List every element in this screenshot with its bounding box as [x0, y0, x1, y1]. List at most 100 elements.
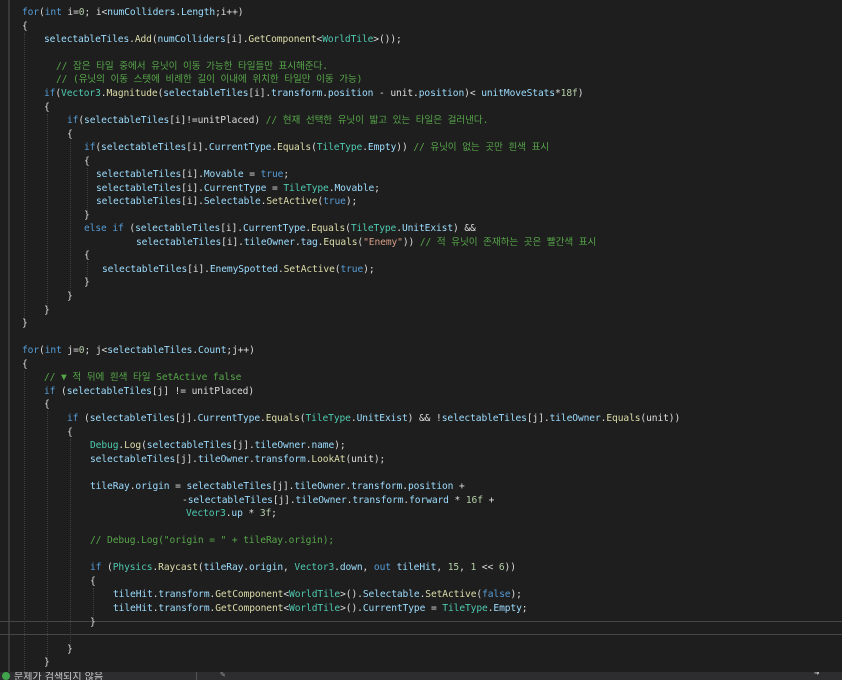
- code-token: TileType: [316, 142, 363, 153]
- code-line[interactable]: }: [84, 209, 90, 223]
- code-line[interactable]: {: [22, 20, 28, 34]
- code-line[interactable]: // Debug.Log("origin = " + tileRay.origi…: [90, 534, 334, 548]
- code-token: if: [67, 413, 79, 424]
- code-line[interactable]: {: [44, 398, 50, 412]
- code-line[interactable]: }: [84, 276, 90, 290]
- code-token: if: [44, 88, 56, 99]
- code-token: Raycast: [158, 562, 198, 573]
- code-token: // 현재 선택한 유닛이 밟고 있는 타일은 걸러낸다.: [265, 115, 489, 126]
- arrow-icon[interactable]: ➜: [814, 672, 819, 679]
- code-token: selectableTiles: [186, 481, 272, 492]
- code-token: {: [90, 576, 96, 587]
- code-token: else if: [84, 223, 124, 234]
- code-token: )<: [464, 88, 482, 99]
- code-token: =: [425, 603, 443, 614]
- code-token: 3f: [259, 508, 272, 519]
- code-line[interactable]: -selectableTiles[j].tileOwner.transform.…: [182, 494, 494, 508]
- code-line[interactable]: }: [22, 317, 28, 331]
- code-token: out: [373, 562, 391, 573]
- code-line[interactable]: if(selectableTiles[i].CurrentType.Equals…: [84, 141, 549, 155]
- code-token: ): [577, 88, 584, 99]
- code-token: [i].: [221, 237, 244, 248]
- code-token: CurrentType: [208, 142, 272, 153]
- code-token: ;: [283, 169, 290, 180]
- code-line[interactable]: selectableTiles.Add(numColliders[i].GetC…: [44, 33, 402, 47]
- code-token: 15: [447, 562, 460, 573]
- code-token: {: [44, 102, 50, 113]
- code-token: [i].: [181, 169, 204, 180]
- code-token: GetComponent: [248, 34, 317, 45]
- code-line[interactable]: }: [90, 616, 96, 630]
- indent-guide: [47, 114, 48, 310]
- code-line[interactable]: {: [67, 426, 73, 440]
- code-token: origin: [135, 481, 170, 492]
- code-line[interactable]: {: [44, 101, 50, 115]
- code-line[interactable]: // 잡은 타일 중에서 유닛이 이동 가능한 타일들만 표시해준다.: [56, 60, 328, 74]
- code-token: =: [243, 169, 261, 180]
- code-token: }: [67, 644, 73, 655]
- code-line[interactable]: selectableTiles[i].CurrentType = TileTyp…: [96, 182, 380, 196]
- code-line[interactable]: selectableTiles[i].EnemySpotted.SetActiv…: [102, 263, 375, 277]
- code-token: [i].: [225, 34, 249, 45]
- code-line[interactable]: if (selectableTiles[j] != unitPlaced): [44, 385, 254, 399]
- code-token: }: [84, 277, 90, 288]
- code-token: Magnitude: [106, 88, 158, 99]
- brush-icon[interactable]: ✎: [220, 672, 225, 680]
- code-token: Physics: [112, 562, 153, 573]
- code-line[interactable]: for(int i=0; i<numColliders.Length;i++): [22, 6, 244, 20]
- code-token: +: [482, 495, 495, 506]
- code-line[interactable]: Debug.Log(selectableTiles[j].tileOwner.n…: [90, 439, 346, 453]
- code-line[interactable]: {: [67, 128, 73, 142]
- indent-guide: [24, 371, 25, 672]
- code-line[interactable]: {: [84, 249, 90, 263]
- code-line[interactable]: tileRay.origin = selectableTiles[j].tile…: [90, 480, 465, 494]
- indent-guide: [47, 411, 48, 662]
- indent-guide: [87, 168, 88, 215]
- code-token: "Enemy": [363, 237, 403, 248]
- code-line[interactable]: tileHit.transform.GetComponent<WorldTile…: [113, 588, 522, 602]
- code-line[interactable]: else if (selectableTiles[i].CurrentType.…: [84, 222, 476, 236]
- code-token: tileOwner: [243, 237, 295, 248]
- code-line[interactable]: // (유닛의 이동 스텟에 비례한 길이 이내에 위치한 타일만 이동 가능): [56, 73, 362, 87]
- code-line[interactable]: if(selectableTiles[i]!=unitPlaced) // 현재…: [67, 114, 488, 128]
- check-circle-icon[interactable]: [2, 672, 10, 680]
- code-token: }: [44, 305, 50, 316]
- code-token: SetActive: [266, 196, 318, 207]
- code-token: ,: [436, 562, 448, 573]
- code-line[interactable]: selectableTiles[i].Selectable.SetActive(…: [96, 195, 357, 209]
- code-line[interactable]: }: [67, 290, 73, 304]
- code-token: [j].: [175, 454, 198, 465]
- code-token: for: [22, 7, 40, 18]
- code-token: ) &&: [453, 223, 476, 234]
- code-line[interactable]: }: [44, 656, 50, 670]
- code-editor[interactable]: for(int i=0; i<numColliders.Length;i++){…: [0, 0, 842, 672]
- code-line[interactable]: // ▼ 적 뒤에 흰색 타일 SetActive false: [44, 371, 241, 385]
- code-token: Selectable: [203, 196, 261, 207]
- code-line[interactable]: selectableTiles[i].tileOwner.tag.Equals(…: [136, 236, 596, 250]
- code-line[interactable]: {: [90, 575, 96, 589]
- code-line[interactable]: Vector3.up * 3f;: [186, 507, 277, 521]
- code-token: // ▼ 적 뒤에 흰색 타일 SetActive false: [44, 372, 242, 383]
- code-token: 16f: [465, 495, 483, 506]
- code-line[interactable]: selectableTiles[j].tileOwner.transform.L…: [90, 453, 385, 467]
- code-line[interactable]: if (selectableTiles[j].CurrentType.Equal…: [67, 412, 680, 426]
- code-line[interactable]: }: [67, 643, 73, 657]
- code-token: numColliders: [107, 7, 176, 18]
- code-line[interactable]: }: [44, 304, 50, 318]
- code-token: UnitExist: [356, 413, 408, 424]
- code-line[interactable]: if(Vector3.Magnitude(selectableTiles[i].…: [44, 87, 583, 101]
- code-line[interactable]: selectableTiles[i].Movable = true;: [96, 168, 289, 182]
- indent-guide: [24, 33, 25, 323]
- code-line[interactable]: if (Physics.Raycast(tileRay.origin, Vect…: [90, 561, 516, 575]
- code-token: (unit)): [640, 413, 681, 424]
- code-line[interactable]: {: [84, 155, 90, 169]
- code-token: - unit.: [373, 88, 419, 99]
- code-line[interactable]: {: [22, 358, 28, 372]
- code-line[interactable]: for(int j=0; j<selectableTiles.Count;j++…: [22, 344, 255, 358]
- code-token: selectableTiles: [146, 440, 232, 451]
- code-token: Equals: [323, 237, 358, 248]
- code-line[interactable]: tileHit.transform.GetComponent<WorldTile…: [113, 602, 528, 616]
- code-token: // 잡은 타일 중에서 유닛이 이동 가능한 타일들만 표시해준다.: [56, 61, 328, 72]
- issues-status-text[interactable]: 문제가 검색되지 않음: [14, 672, 103, 680]
- code-token: selectableTiles: [44, 34, 130, 45]
